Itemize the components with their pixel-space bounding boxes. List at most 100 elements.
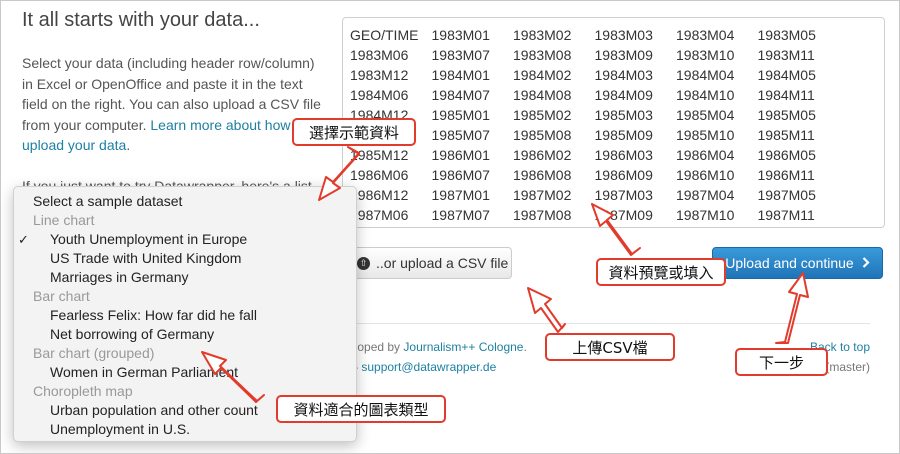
- dropdown-item-label: Bar chart: [33, 288, 90, 304]
- dropdown-item-label: Net borrowing of Germany: [50, 326, 215, 342]
- data-cell: 1986M08: [513, 167, 572, 183]
- dropdown-item-label: Select a sample dataset: [33, 193, 183, 209]
- annotation-next-step: 下一步: [735, 348, 828, 376]
- version-label: (master): [825, 360, 870, 374]
- data-cell: 1986M07: [431, 167, 490, 183]
- data-cell: 1987M06: [350, 207, 409, 223]
- dropdown-title: Select a sample dataset: [14, 192, 356, 211]
- data-cell: 1983M04: [676, 27, 735, 43]
- data-cell: 1984M02: [513, 67, 572, 83]
- data-cell: 1986M06: [350, 167, 409, 183]
- data-cell: 1984M05: [757, 67, 816, 83]
- data-cell: 1985M02: [513, 107, 572, 123]
- annotation-chart-types: 資料適合的圖表類型: [276, 395, 446, 423]
- chevron-right-icon: [862, 255, 870, 271]
- upload-continue-button[interactable]: Upload and continue: [712, 247, 883, 279]
- dropdown-item-label: Fearless Felix: How far did he fall: [50, 307, 257, 323]
- footer-divider: [342, 323, 870, 324]
- data-cell: 1984M03: [594, 67, 653, 83]
- data-cell: 1984M11: [757, 87, 815, 103]
- data-cell: 1986M11: [757, 167, 815, 183]
- data-cell: 1984M08: [513, 87, 572, 103]
- data-cell: 1985M10: [676, 127, 735, 143]
- data-cell: 1983M08: [513, 47, 572, 63]
- data-cell: 1985M11: [757, 127, 815, 143]
- page-title: It all starts with your data...: [22, 9, 260, 31]
- dropdown-option[interactable]: Marriages in Germany: [14, 268, 356, 287]
- data-cell: 1986M12: [350, 187, 409, 203]
- data-cell: 1987M11: [757, 207, 815, 223]
- data-cell: 1983M11: [757, 47, 815, 63]
- dropdown-option[interactable]: Fearless Felix: How far did he fall: [14, 306, 356, 325]
- data-cell: 1986M10: [676, 167, 735, 183]
- data-cell: 1987M01: [431, 187, 490, 203]
- data-cell: GEO/TIME: [350, 27, 419, 43]
- intro-text: Select your data (including header row/c…: [22, 53, 327, 156]
- data-cell: 1983M05: [757, 27, 816, 43]
- upload-csv-label: ..or upload a CSV file: [376, 255, 509, 271]
- data-cell: 1987M02: [513, 187, 572, 203]
- data-cell: 1985M12: [350, 147, 409, 163]
- data-textarea[interactable]: GEO/TIME 1983M01 1983M02 1983M03 1983M04 1983…: [342, 17, 885, 228]
- data-cell: 1987M05: [757, 187, 816, 203]
- data-cell: 1983M09: [594, 47, 653, 63]
- dropdown-item-label: Line chart: [33, 212, 95, 228]
- data-cell: 1984M09: [594, 87, 653, 103]
- dropdown-item-label: Women in German Parliament: [50, 364, 239, 380]
- annotation-sample-data: 選擇示範資料: [292, 118, 416, 146]
- data-cell: 1985M09: [594, 127, 653, 143]
- annotation-upload-csv: 上傳CSV檔: [545, 333, 675, 361]
- data-cell: 1986M09: [594, 167, 653, 183]
- data-cell: 1987M07: [431, 207, 490, 223]
- data-cell: 1985M03: [594, 107, 653, 123]
- data-cell: 1987M09: [594, 207, 653, 223]
- data-cell: 1983M03: [594, 27, 653, 43]
- dropdown-option[interactable]: Net borrowing of Germany: [14, 325, 356, 344]
- dropdown-group: Bar chart: [14, 287, 356, 306]
- data-cell: 1983M10: [676, 47, 735, 63]
- footer-credits: veloped by Journalism++ Cologne. y – sup…: [342, 337, 527, 377]
- dropdown-item-label: Urban population and other count: [50, 402, 258, 418]
- dropdown-option[interactable]: Women in German Parliament: [14, 363, 356, 382]
- data-cell: 1986M05: [757, 147, 816, 163]
- data-cell: 1984M01: [431, 67, 490, 83]
- support-email-link[interactable]: support@datawrapper.de: [361, 360, 496, 374]
- data-cell: 1986M03: [594, 147, 653, 163]
- upload-csv-button[interactable]: ⇧ ..or upload a CSV file: [342, 247, 512, 279]
- intro-end: .: [126, 137, 131, 153]
- data-cell: 1984M10: [676, 87, 735, 103]
- dropdown-item-label: Marriages in Germany: [50, 269, 189, 285]
- data-cell: 1985M04: [676, 107, 735, 123]
- arrow-next-step: [775, 272, 809, 344]
- data-cell: 1985M05: [757, 107, 816, 123]
- data-cell: 1983M07: [431, 47, 490, 63]
- data-cell: 1985M07: [431, 127, 490, 143]
- dropdown-item-label: Youth Unemployment in Europe: [50, 231, 248, 247]
- checkmark-icon: ✓: [18, 232, 29, 247]
- journalism-link[interactable]: Journalism++ Cologne: [403, 340, 523, 354]
- dropdown-item-label: US Trade with United Kingdom: [50, 250, 242, 266]
- data-cell: 1987M08: [513, 207, 572, 223]
- dropdown-option[interactable]: US Trade with United Kingdom: [14, 249, 356, 268]
- data-cell: 1983M01: [431, 27, 490, 43]
- data-cell: 1984M06: [350, 87, 409, 103]
- data-cell: 1987M04: [676, 187, 735, 203]
- footer-suffix: .: [523, 340, 527, 354]
- dropdown-item-label: Choropleth map: [33, 383, 133, 399]
- dropdown-item-label: Unemployment in U.S.: [50, 421, 191, 437]
- data-cell: 1984M07: [431, 87, 490, 103]
- data-cell: 1984M04: [676, 67, 735, 83]
- dropdown-group: Line chart: [14, 211, 356, 230]
- upload-circle-icon: ⇧: [357, 256, 370, 270]
- data-cell: 1985M01: [431, 107, 490, 123]
- data-cell: 1983M06: [350, 47, 409, 63]
- data-cell: 1983M12: [350, 67, 409, 83]
- dropdown-option[interactable]: ✓ Youth Unemployment in Europe: [14, 230, 356, 249]
- dropdown-item-label: Bar chart (grouped): [33, 345, 155, 361]
- upload-continue-label: Upload and continue: [725, 255, 854, 271]
- data-cell: 1987M03: [594, 187, 653, 203]
- arrow-upload-csv: [527, 287, 566, 333]
- data-cell: 1986M02: [513, 147, 572, 163]
- dropdown-group: Bar chart (grouped): [14, 344, 356, 363]
- annotation-preview: 資料預覽或填入: [596, 258, 726, 286]
